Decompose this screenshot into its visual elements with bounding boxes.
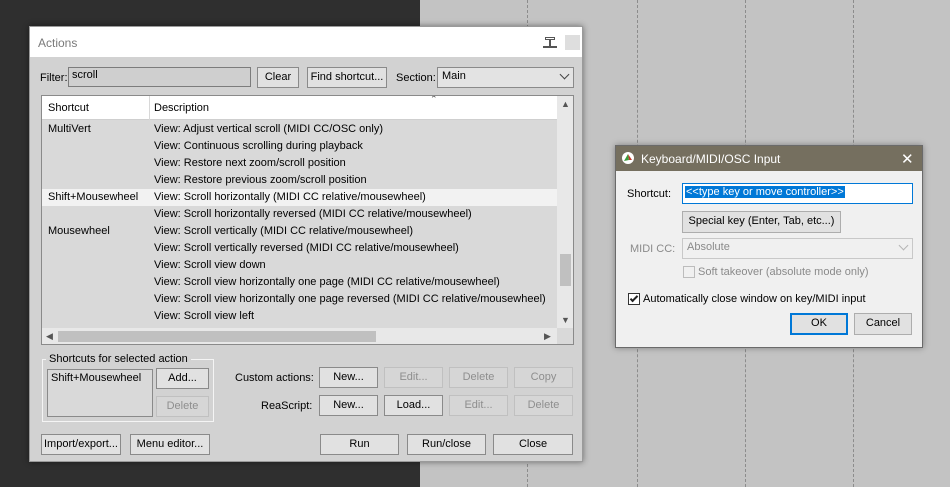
close-actions-button[interactable]: Close <box>493 434 573 455</box>
dialog-title: Keyboard/MIDI/OSC Input <box>641 152 781 166</box>
actions-window: Actions Filter: scroll Clear Find shortc… <box>29 26 583 462</box>
shortcut-input-value: <<type key or move controller>> <box>685 186 845 198</box>
chevron-down-icon <box>898 240 909 251</box>
reascript-load-button[interactable]: Load... <box>384 395 443 416</box>
import-export-button[interactable]: Import/export... <box>41 434 121 455</box>
input-dialog: Keyboard/MIDI/OSC Input ✕ Shortcut: <<ty… <box>615 145 923 348</box>
scroll-right-icon[interactable]: ▶ <box>544 331 551 342</box>
table-row[interactable]: View: Scroll view down <box>42 257 557 274</box>
clear-button[interactable]: Clear <box>257 67 299 88</box>
vertical-scrollbar[interactable]: ▲ ▼ <box>557 96 573 328</box>
row-description: View: Restore next zoom/scroll position <box>154 157 346 169</box>
table-row[interactable]: View: Scroll horizontally reversed (MIDI… <box>42 206 557 223</box>
run-button[interactable]: Run <box>320 434 399 455</box>
add-shortcut-button[interactable]: Add... <box>156 368 209 389</box>
custom-delete-button[interactable]: Delete <box>449 367 508 388</box>
vertical-scroll-thumb[interactable] <box>560 254 571 286</box>
row-description: View: Scroll view left <box>154 310 255 322</box>
midi-cc-label: MIDI CC: <box>630 243 676 255</box>
table-row[interactable]: MultiVert View: Adjust vertical scroll (M… <box>42 121 557 138</box>
reascript-label: ReaScript: <box>261 400 313 412</box>
row-description: View: Scroll view horizontally one page … <box>154 293 546 305</box>
chevron-down-icon <box>559 69 570 80</box>
reaper-app-icon <box>622 152 634 164</box>
row-description: View: Scroll horizontally reversed (MIDI… <box>154 208 472 220</box>
row-shortcut: Mousewheel <box>48 225 110 237</box>
auto-close-checkbox[interactable] <box>628 293 640 305</box>
cancel-button[interactable]: Cancel <box>854 313 912 335</box>
row-description: View: Restore previous zoom/scroll posit… <box>154 174 367 186</box>
filter-label: Filter: <box>40 72 68 84</box>
midi-cc-select[interactable]: Absolute <box>682 238 913 259</box>
table-row[interactable]: View: Restore next zoom/scroll position <box>42 155 557 172</box>
table-row[interactable]: View: Continuous scrolling during playba… <box>42 138 557 155</box>
horizontal-scroll-thumb[interactable] <box>58 331 376 342</box>
scroll-up-icon[interactable]: ▲ <box>561 99 570 109</box>
table-row[interactable]: View: Scroll vertically reversed (MIDI C… <box>42 240 557 257</box>
dialog-titlebar[interactable]: Keyboard/MIDI/OSC Input ✕ <box>616 146 922 171</box>
row-shortcut: MultiVert <box>48 123 91 135</box>
close-button[interactable] <box>565 35 580 50</box>
reascript-new-button[interactable]: New... <box>319 395 378 416</box>
run-close-button[interactable]: Run/close <box>407 434 486 455</box>
row-description: View: Scroll horizontally (MIDI CC relat… <box>154 191 426 203</box>
actions-list[interactable]: Shortcut Description ⌃ MultiVert View: Ad… <box>41 95 574 345</box>
column-divider[interactable] <box>149 96 150 120</box>
custom-new-button[interactable]: New... <box>319 367 378 388</box>
delete-shortcut-button[interactable]: Delete <box>156 396 209 417</box>
shortcut-label: Shortcut: <box>627 188 672 200</box>
shortcut-list-item[interactable]: Shift+Mousewheel <box>51 372 141 384</box>
row-description: View: Continuous scrolling during playba… <box>154 140 363 152</box>
auto-close-label: Automatically close window on key/MIDI i… <box>643 293 866 305</box>
row-description: View: Scroll vertically (MIDI CC relativ… <box>154 225 413 237</box>
window-title: Actions <box>38 36 78 50</box>
table-row[interactable]: Mousewheel View: Scroll vertically (MIDI … <box>42 223 557 240</box>
horizontal-scrollbar[interactable]: ◀ ▶ <box>42 328 557 344</box>
list-header: Shortcut Description ⌃ <box>42 96 557 120</box>
find-shortcut-button[interactable]: Find shortcut... <box>307 67 387 88</box>
custom-actions-label: Custom actions: <box>235 372 314 384</box>
menu-editor-button[interactable]: Menu editor... <box>130 434 210 455</box>
reascript-delete-button[interactable]: Delete <box>514 395 573 416</box>
soft-takeover-checkbox[interactable] <box>683 266 695 278</box>
column-header-description[interactable]: Description <box>154 102 209 114</box>
column-header-shortcut[interactable]: Shortcut <box>48 102 89 114</box>
midi-cc-value: Absolute <box>687 241 730 253</box>
row-description: View: Adjust vertical scroll (MIDI CC/OS… <box>154 123 384 135</box>
table-row[interactable]: View: Restore previous zoom/scroll posit… <box>42 172 557 189</box>
special-key-button[interactable]: Special key (Enter, Tab, etc...) <box>682 211 841 233</box>
list-rows: MultiVert View: Adjust vertical scroll (M… <box>42 121 557 342</box>
table-row[interactable]: View: Scroll view horizontally one page … <box>42 291 557 308</box>
shortcut-input[interactable]: <<type key or move controller>> <box>682 183 913 204</box>
scroll-left-icon[interactable]: ◀ <box>46 331 53 342</box>
row-description: View: Scroll view horizontally one page … <box>154 276 500 288</box>
table-row[interactable]: Shift+Mousewheel View: Scroll horizontall… <box>42 189 557 206</box>
scroll-down-icon[interactable]: ▼ <box>561 315 570 325</box>
reascript-edit-button[interactable]: Edit... <box>449 395 508 416</box>
selected-shortcut-list[interactable]: Shift+Mousewheel <box>47 369 153 417</box>
ok-button[interactable]: OK <box>790 313 848 335</box>
shortcuts-group-title: Shortcuts for selected action <box>46 353 191 365</box>
section-label: Section: <box>396 72 436 84</box>
checkmark-icon <box>629 293 639 303</box>
custom-edit-button[interactable]: Edit... <box>384 367 443 388</box>
actions-titlebar[interactable]: Actions <box>30 27 582 57</box>
pin-icon[interactable] <box>543 37 557 49</box>
row-shortcut: Shift+Mousewheel <box>48 191 139 203</box>
row-description: View: Scroll view down <box>154 259 266 271</box>
table-row[interactable]: View: Scroll view horizontally one page … <box>42 274 557 291</box>
section-value: Main <box>442 70 466 82</box>
table-row[interactable]: View: Scroll view left <box>42 308 557 325</box>
row-description: View: Scroll vertically reversed (MIDI C… <box>154 242 459 254</box>
close-icon[interactable]: ✕ <box>901 150 914 168</box>
soft-takeover-label: Soft takeover (absolute mode only) <box>698 266 869 278</box>
section-select[interactable]: Main <box>437 67 574 88</box>
sort-ascending-icon: ⌃ <box>430 95 438 104</box>
custom-copy-button[interactable]: Copy <box>514 367 573 388</box>
filter-input[interactable]: scroll <box>68 67 251 87</box>
